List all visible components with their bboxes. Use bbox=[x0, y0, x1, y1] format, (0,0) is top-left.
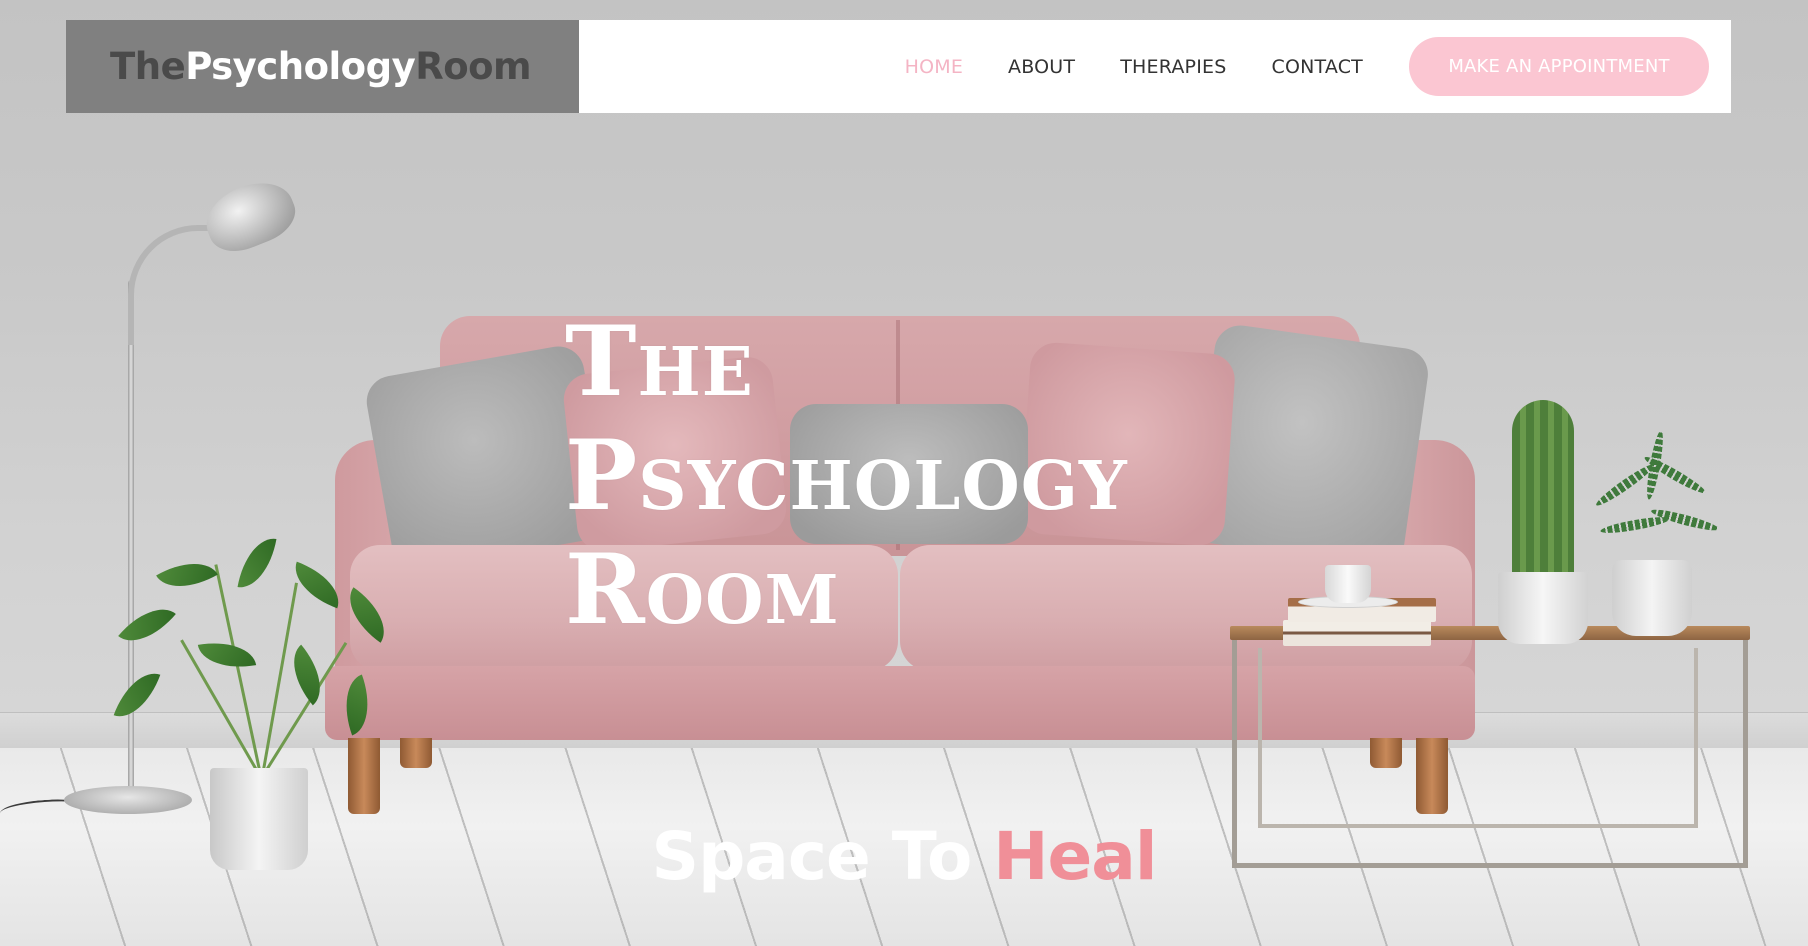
logo-text-room: Room bbox=[415, 45, 532, 88]
side-table-frame-inner bbox=[1258, 648, 1698, 828]
sofa-leg bbox=[400, 738, 432, 768]
make-appointment-button[interactable]: MAKE AN APPOINTMENT bbox=[1409, 37, 1709, 96]
hero-title-line: Room bbox=[565, 533, 840, 646]
hero-title-line: Psychology bbox=[565, 419, 1128, 532]
hero-title-line: The bbox=[565, 305, 754, 418]
site-header: The Psychology Room HOME ABOUT THERAPIES C… bbox=[66, 20, 1731, 113]
floor-lamp-base bbox=[64, 786, 192, 814]
coffee-cup bbox=[1325, 565, 1371, 603]
hero-tagline: Space To Heal bbox=[0, 818, 1808, 895]
cactus bbox=[1512, 400, 1574, 580]
fern-pot bbox=[1612, 560, 1692, 636]
nav-link-therapies[interactable]: THERAPIES bbox=[1120, 56, 1226, 78]
sofa-leg bbox=[348, 738, 380, 814]
books-bottom bbox=[1283, 620, 1431, 646]
hero-title: The Psychology Room bbox=[565, 305, 1245, 647]
cactus-pot bbox=[1498, 572, 1588, 644]
logo-text-psychology: Psychology bbox=[185, 45, 416, 88]
site-logo[interactable]: The Psychology Room bbox=[66, 20, 579, 113]
tagline-accent-text: Heal bbox=[993, 818, 1157, 895]
main-nav: HOME ABOUT THERAPIES CONTACT MAKE AN APP… bbox=[579, 20, 1731, 113]
tagline-text: Space To bbox=[651, 818, 994, 895]
nav-link-home[interactable]: HOME bbox=[905, 56, 963, 78]
nav-link-contact[interactable]: CONTACT bbox=[1271, 56, 1363, 78]
nav-link-about[interactable]: ABOUT bbox=[1008, 56, 1075, 78]
logo-text-the: The bbox=[110, 45, 186, 88]
